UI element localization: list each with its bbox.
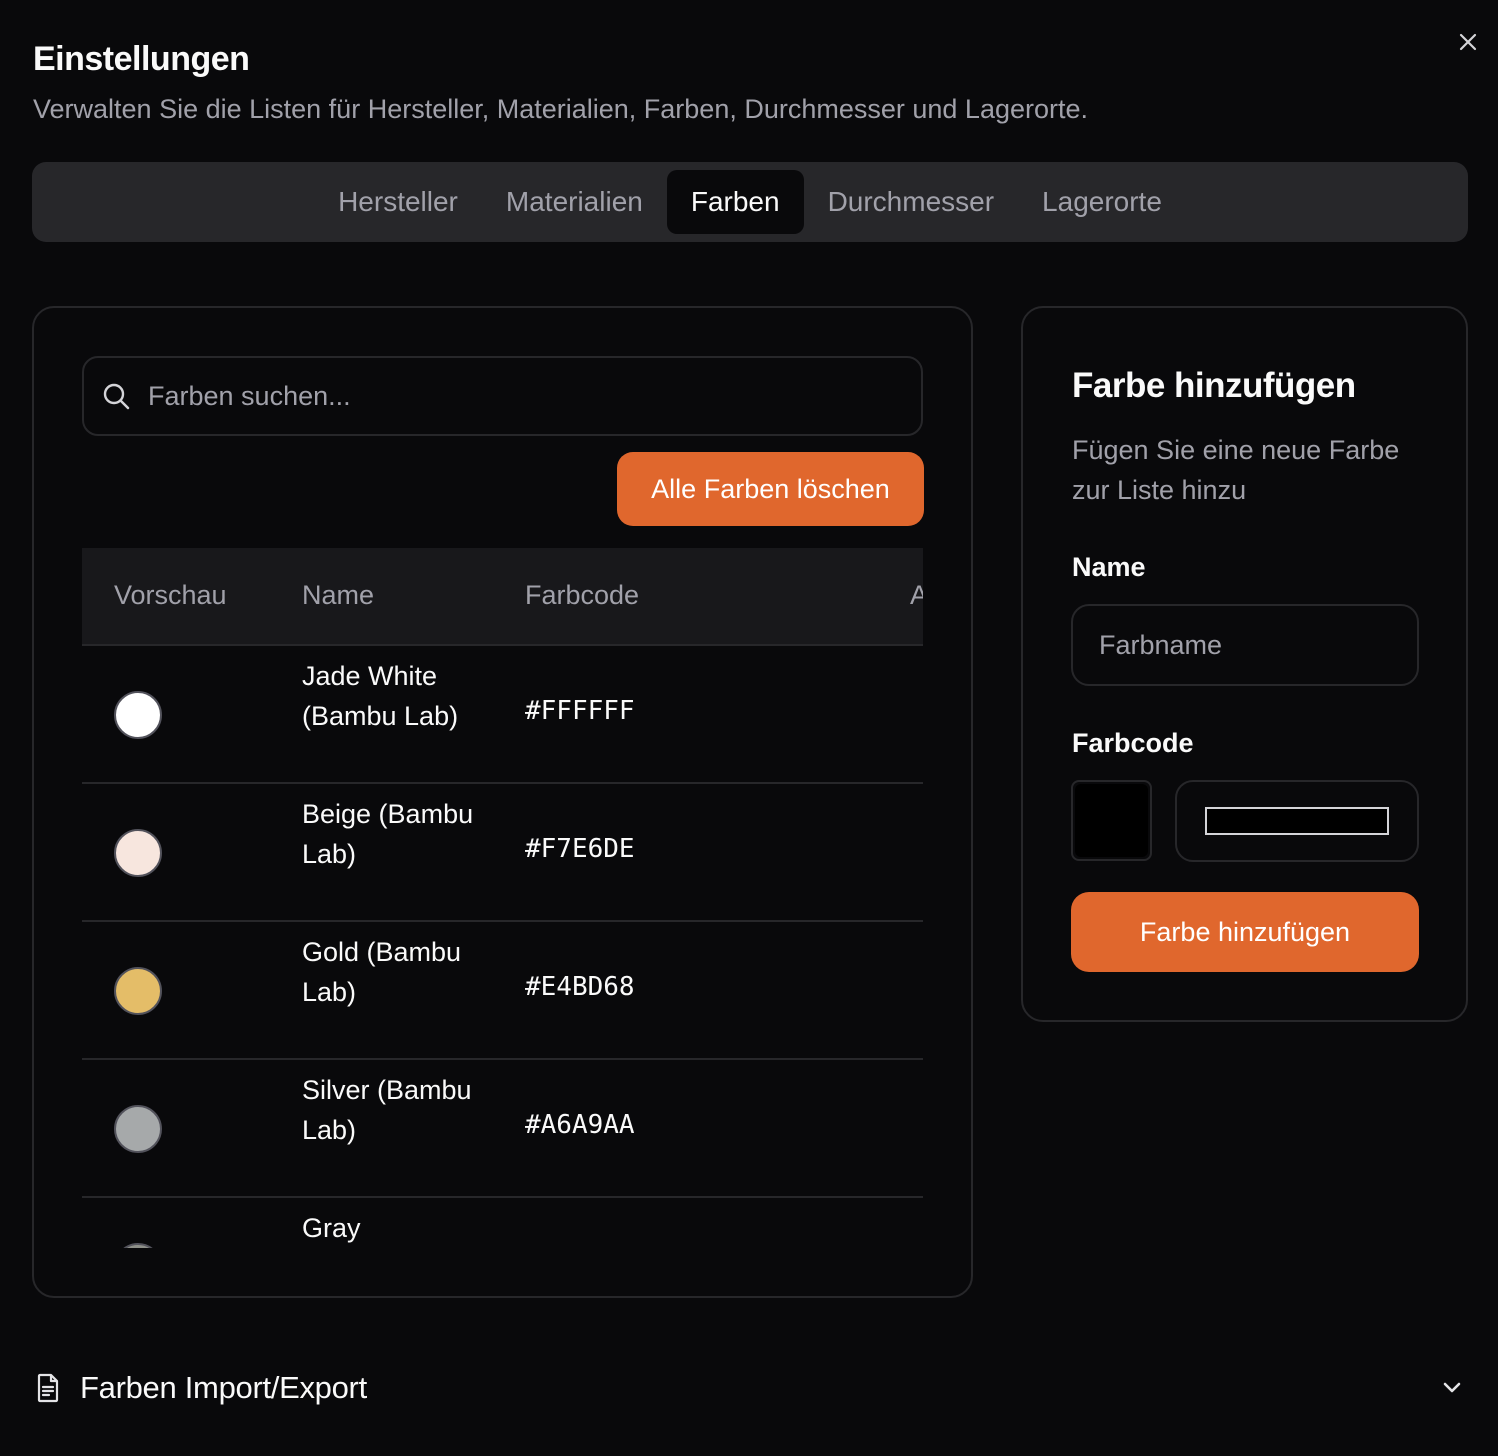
color-code-field[interactable] <box>1175 780 1419 862</box>
close-icon <box>1459 33 1477 51</box>
color-name: Jade White (Bambu Lab) <box>302 661 459 731</box>
add-color-title: Farbe hinzufügen <box>1072 366 1356 405</box>
dialog-subtitle: Verwalten Sie die Listen für Hersteller,… <box>33 94 1089 124</box>
column-header-preview[interactable]: Vorschau <box>114 580 227 611</box>
document-icon <box>37 1373 59 1403</box>
color-name: Gold (Bambu Lab) <box>302 937 462 1007</box>
color-swatch <box>114 691 162 739</box>
color-code: #A6A9AA <box>525 1110 635 1140</box>
chevron-down-icon <box>1443 1382 1461 1393</box>
table-row[interactable]: Gray <box>82 1198 923 1248</box>
table-header: Vorschau Name Farbcode A <box>82 548 923 646</box>
clear-all-colors-button[interactable]: Alle Farben löschen <box>617 452 924 526</box>
column-header-name[interactable]: Name <box>302 580 374 611</box>
import-export-label: Farben Import/Export <box>80 1370 367 1405</box>
search-icon <box>103 383 130 410</box>
color-code: #FFFFFF <box>525 696 635 726</box>
tab-lagerorte[interactable]: Lagerorte <box>1018 170 1186 234</box>
tab-farben[interactable]: Farben <box>666 170 804 234</box>
import-export-toggle[interactable]: Farben Import/Export <box>32 1356 1468 1420</box>
table-row[interactable]: Jade White (Bambu Lab) #FFFFFF <box>82 646 923 784</box>
color-swatch <box>114 967 162 1015</box>
search-placeholder: Farben suchen... <box>148 380 351 411</box>
color-name: Gray <box>302 1213 361 1243</box>
column-header-code[interactable]: Farbcode <box>525 580 639 611</box>
tab-durchmesser[interactable]: Durchmesser <box>804 170 1018 234</box>
code-label: Farbcode <box>1072 728 1194 758</box>
tab-hersteller[interactable]: Hersteller <box>314 170 482 234</box>
color-code-value-bar <box>1205 807 1389 835</box>
add-color-button[interactable]: Farbe hinzufügen <box>1071 892 1419 972</box>
color-name-placeholder: Farbname <box>1099 629 1223 660</box>
search-input[interactable]: Farben suchen... <box>82 356 923 436</box>
column-header-actions[interactable]: A <box>910 580 923 611</box>
add-color-description: Fügen Sie eine neue Farbe zur Liste hinz… <box>1072 435 1400 505</box>
close-button[interactable] <box>1452 26 1484 58</box>
colors-table: Vorschau Name Farbcode A Jade White (Bam… <box>82 548 923 1248</box>
table-row[interactable]: Silver (Bambu Lab) #A6A9AA <box>82 1060 923 1198</box>
tab-materialien[interactable]: Materialien <box>482 170 667 234</box>
table-row[interactable]: Gold (Bambu Lab) #E4BD68 <box>82 922 923 1060</box>
colors-list-card: Farben suchen... Alle Farben löschen Vor… <box>32 306 973 1298</box>
dialog-title: Einstellungen <box>33 40 250 78</box>
tab-bar: Hersteller Materialien Farben Durchmesse… <box>32 162 1468 242</box>
color-code: #E4BD68 <box>525 972 635 1002</box>
add-color-card: Farbe hinzufügen Fügen Sie eine neue Far… <box>1021 306 1468 1022</box>
color-swatch <box>114 829 162 877</box>
table-row[interactable]: Beige (Bambu Lab) #F7E6DE <box>82 784 923 922</box>
color-name: Beige (Bambu Lab) <box>302 799 474 869</box>
name-label: Name <box>1072 552 1146 582</box>
color-swatch <box>114 1105 162 1153</box>
color-picker-preview <box>1075 784 1148 857</box>
color-code: #F7E6DE <box>525 834 635 864</box>
color-name-field[interactable]: Farbname <box>1071 604 1419 686</box>
color-picker[interactable] <box>1071 780 1152 861</box>
color-name: Silver (Bambu Lab) <box>302 1075 472 1145</box>
color-swatch <box>114 1243 162 1248</box>
